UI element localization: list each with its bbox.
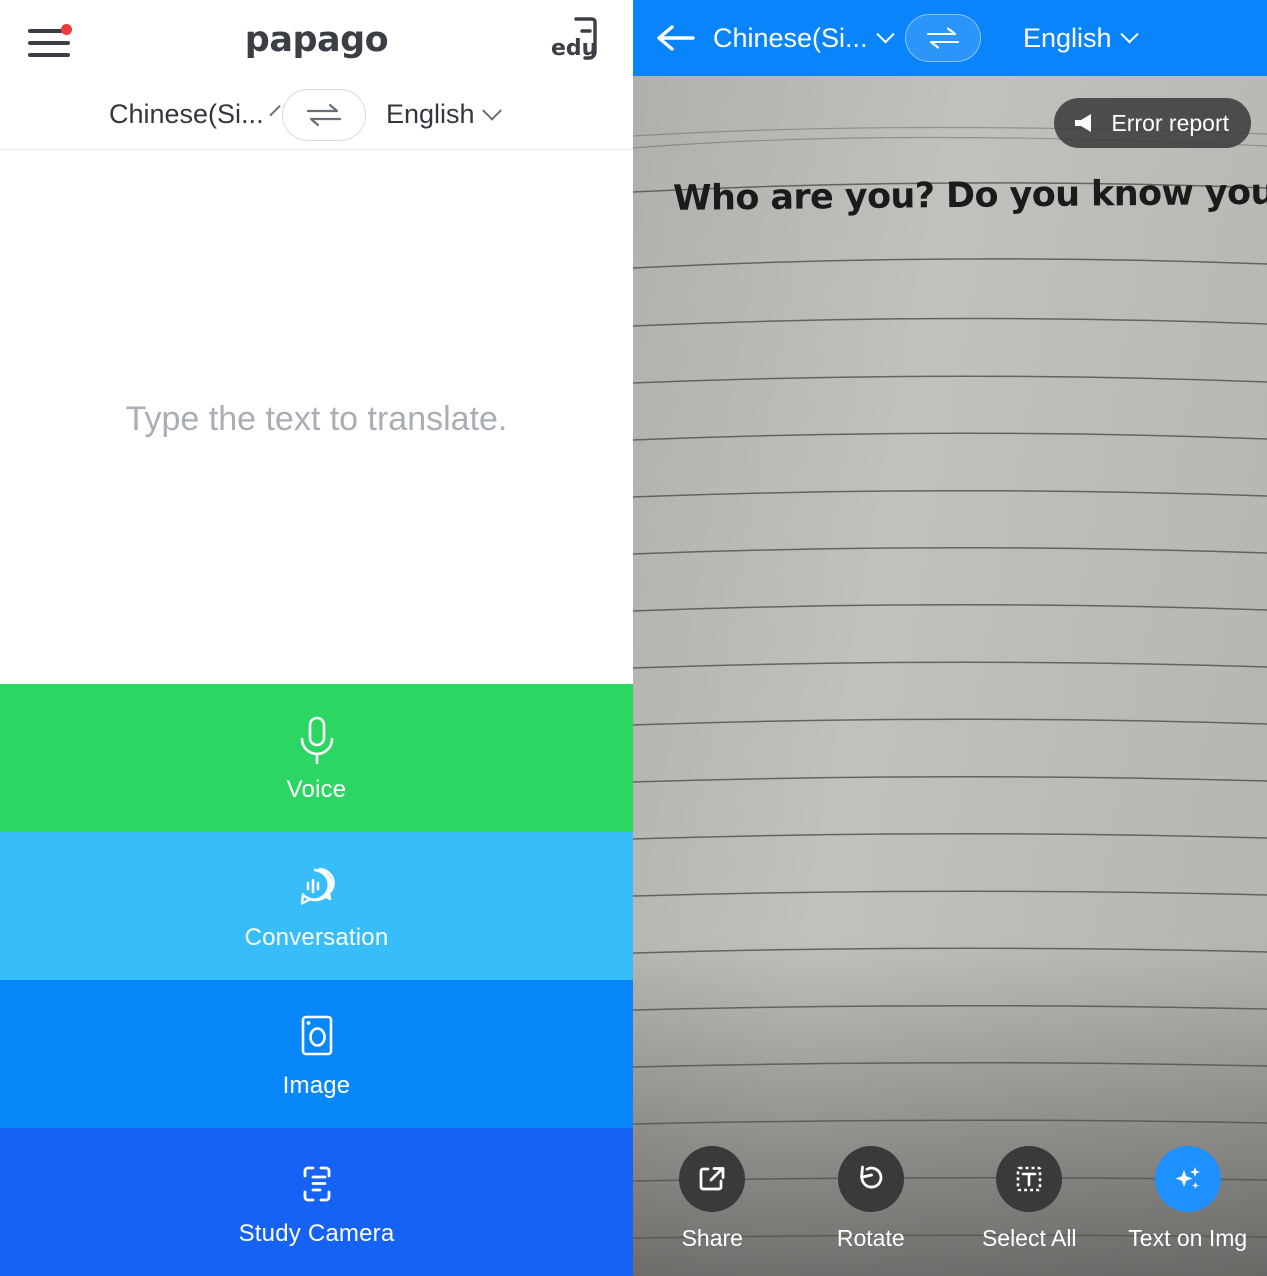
image-action-label: Image <box>282 1072 351 1099</box>
share-button[interactable]: Share <box>633 1146 792 1252</box>
select-all-text-icon <box>1016 1166 1042 1192</box>
action-buttons-list: Voice Conversation Image Study Camera <box>0 684 633 1276</box>
rotate-label: Rotate <box>836 1225 905 1251</box>
megaphone-icon <box>1075 114 1092 132</box>
image-swap-languages-button[interactable] <box>905 14 981 62</box>
text-input-area[interactable]: Type the text to translate. <box>0 150 633 684</box>
image-source-language-label: Chinese(Si... <box>713 22 868 53</box>
sparkles-icon <box>1175 1167 1200 1189</box>
error-report-button[interactable]: Error report <box>1054 98 1251 148</box>
hamburger-menu-icon[interactable] <box>28 20 72 60</box>
captured-photo-canvas[interactable]: Who are you? Do you know you? Error repo… <box>633 76 1267 1276</box>
notification-dot-badge <box>61 24 72 35</box>
microphone-icon <box>300 716 333 765</box>
left-language-bar: Chinese(Si... English <box>0 80 633 150</box>
voice-action-label: Voice <box>286 776 347 803</box>
back-arrow-icon[interactable] <box>655 21 697 55</box>
rotate-counterclockwise-icon <box>859 1165 883 1189</box>
text-on-image-label: Text on Img <box>1128 1225 1248 1251</box>
chevron-down-icon <box>268 104 281 117</box>
rotate-button[interactable]: Rotate <box>792 1146 951 1252</box>
study-camera-action-label: Study Camera <box>238 1220 395 1247</box>
chevron-down-icon <box>481 100 502 121</box>
image-target-language-selector[interactable]: English <box>1023 23 1193 54</box>
study-camera-action-button[interactable]: Study Camera <box>0 1128 633 1276</box>
papago-logo: papago <box>244 20 389 60</box>
swap-languages-button[interactable] <box>282 88 366 141</box>
select-all-button[interactable]: Select All <box>950 1146 1109 1252</box>
chevron-down-icon <box>875 24 895 43</box>
target-language-selector[interactable]: English <box>372 99 532 130</box>
image-action-button[interactable]: Image <box>0 980 633 1128</box>
translated-text-overlay: Who are you? Do you know you? <box>672 172 1267 219</box>
image-target-language-label: English <box>1023 22 1112 53</box>
camera-icon <box>301 1015 332 1056</box>
svg-text:edu: edu <box>551 36 597 61</box>
scan-document-icon <box>303 1166 330 1202</box>
conversation-action-button[interactable]: Conversation <box>0 832 633 980</box>
select-all-label: Select All <box>981 1225 1077 1251</box>
image-actions-toolbar: Share Rotate Select All Text on Img <box>633 1136 1267 1276</box>
source-language-selector[interactable]: Chinese(Si... <box>101 99 281 130</box>
edu-badge-icon[interactable]: edu <box>549 12 601 66</box>
share-export-icon <box>699 1167 725 1191</box>
source-language-label: Chinese(Si... <box>109 99 264 129</box>
conversation-action-label: Conversation <box>244 924 389 951</box>
conversation-bubbles-icon <box>300 867 335 905</box>
swap-arrows-icon <box>926 27 960 49</box>
target-language-label: English <box>386 99 475 129</box>
voice-action-button[interactable]: Voice <box>0 684 633 832</box>
translator-home-panel: papago edu Chinese(Si... English Type th… <box>0 0 633 1276</box>
swap-arrows-icon <box>306 103 342 126</box>
text-on-image-button[interactable]: Text on Img <box>1109 1146 1267 1252</box>
image-source-language-selector[interactable]: Chinese(Si... <box>713 23 905 54</box>
image-translate-header: Chinese(Si... English <box>633 0 1267 76</box>
image-translation-panel: Chinese(Si... English Who are you? Do yo… <box>633 0 1267 1276</box>
paper-rule-lines <box>633 105 1267 1239</box>
share-label: Share <box>681 1225 743 1251</box>
chevron-down-icon <box>1119 24 1139 43</box>
app-root: papago edu Chinese(Si... English Type th… <box>0 0 1267 1276</box>
error-report-label: Error report <box>1111 109 1229 136</box>
left-header: papago edu <box>0 0 633 80</box>
translate-input-placeholder: Type the text to translate. <box>125 400 508 438</box>
